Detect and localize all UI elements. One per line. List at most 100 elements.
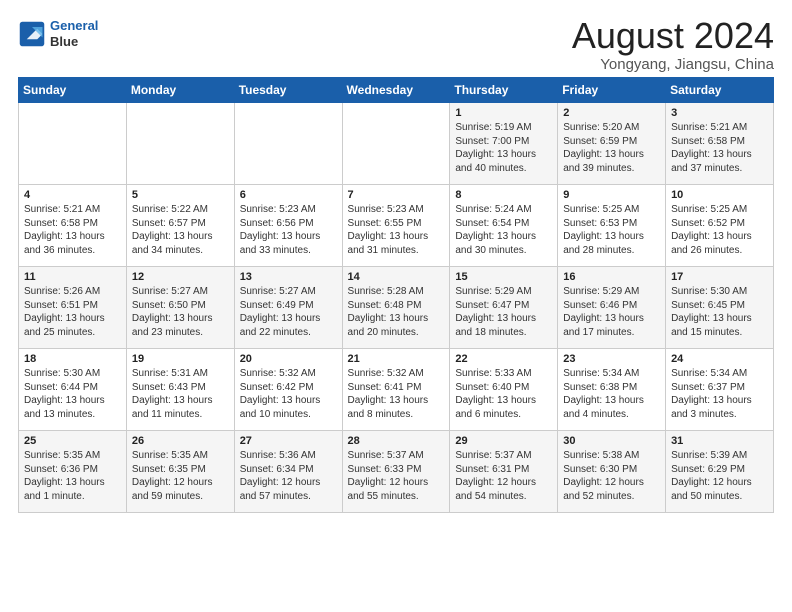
day-details: Sunrise: 5:32 AM Sunset: 6:42 PM Dayligh… — [240, 367, 337, 421]
day-cell: 15Sunrise: 5:29 AM Sunset: 6:47 PM Dayli… — [450, 267, 558, 349]
day-cell: 25Sunrise: 5:35 AM Sunset: 6:36 PM Dayli… — [19, 431, 127, 513]
day-cell: 9 Sunrise: 5:25 AM Sunset: 6:53 PM Daylig… — [558, 185, 666, 267]
day-cell: 21 Sunrise: 5:32 AM Sunset: 6:41 PM Dayli… — [342, 349, 450, 431]
day-number: 1 — [455, 107, 552, 119]
day-cell: 10 Sunrise: 5:25 AM Sunset: 6:52 PM Dayli… — [666, 185, 774, 267]
day-cell: 27 Sunrise: 5:36 AM Sunset: 6:34 PM Dayli… — [234, 431, 342, 513]
week-row-3: 11 Sunrise: 5:26 AM Sunset: 6:51 PM Dayli… — [19, 267, 774, 349]
day-number: 15 — [455, 271, 552, 283]
day-cell: 19 Sunrise: 5:31 AM Sunset: 6:43 PM Dayli… — [126, 349, 234, 431]
day-number: 28 — [348, 435, 445, 447]
day-cell: 13Sunrise: 5:27 AM Sunset: 6:49 PM Dayli… — [234, 267, 342, 349]
day-details: Sunrise: 5:20 AM Sunset: 6:59 PM Dayligh… — [563, 121, 660, 175]
col-header-monday: Monday — [126, 78, 234, 103]
day-cell: 8 Sunrise: 5:24 AM Sunset: 6:54 PM Daylig… — [450, 185, 558, 267]
day-cell: 31 Sunrise: 5:39 AM Sunset: 6:29 PM Dayli… — [666, 431, 774, 513]
day-details: Sunrise: 5:21 AM Sunset: 6:58 PM Dayligh… — [24, 203, 121, 257]
col-header-tuesday: Tuesday — [234, 78, 342, 103]
col-header-thursday: Thursday — [450, 78, 558, 103]
day-details: Sunrise: 5:39 AM Sunset: 6:29 PM Dayligh… — [671, 449, 768, 503]
day-number: 3 — [671, 107, 768, 119]
day-number: 24 — [671, 353, 768, 365]
day-details: Sunrise: 5:24 AM Sunset: 6:54 PM Dayligh… — [455, 203, 552, 257]
day-details: Sunrise: 5:19 AM Sunset: 7:00 PM Dayligh… — [455, 121, 552, 175]
day-cell: 14 Sunrise: 5:28 AM Sunset: 6:48 PM Dayli… — [342, 267, 450, 349]
day-details: Sunrise: 5:37 AM Sunset: 6:31 PM Dayligh… — [455, 449, 552, 503]
logo-text: General Blue — [50, 18, 98, 49]
day-number: 21 — [348, 353, 445, 365]
day-number: 4 — [24, 189, 121, 201]
day-number: 9 — [563, 189, 660, 201]
day-details: Sunrise: 5:31 AM Sunset: 6:43 PM Dayligh… — [132, 367, 229, 421]
day-cell: 22 Sunrise: 5:33 AM Sunset: 6:40 PM Dayli… — [450, 349, 558, 431]
day-number: 6 — [240, 189, 337, 201]
day-number: 31 — [671, 435, 768, 447]
logo-line2: Blue — [50, 34, 98, 50]
logo: General Blue — [18, 18, 98, 49]
col-header-friday: Friday — [558, 78, 666, 103]
col-header-sunday: Sunday — [19, 78, 127, 103]
day-cell: 7 Sunrise: 5:23 AM Sunset: 6:55 PM Daylig… — [342, 185, 450, 267]
day-details: Sunrise: 5:33 AM Sunset: 6:40 PM Dayligh… — [455, 367, 552, 421]
day-number: 7 — [348, 189, 445, 201]
day-cell — [234, 103, 342, 185]
day-details: Sunrise: 5:35 AM Sunset: 6:35 PM Dayligh… — [132, 449, 229, 503]
day-cell: 30 Sunrise: 5:38 AM Sunset: 6:30 PM Dayli… — [558, 431, 666, 513]
day-details: Sunrise: 5:34 AM Sunset: 6:37 PM Dayligh… — [671, 367, 768, 421]
logo-line1: General — [50, 18, 98, 33]
day-details: Sunrise: 5:23 AM Sunset: 6:56 PM Dayligh… — [240, 203, 337, 257]
day-cell: 5 Sunrise: 5:22 AM Sunset: 6:57 PM Daylig… — [126, 185, 234, 267]
day-details: Sunrise: 5:26 AM Sunset: 6:51 PM Dayligh… — [24, 285, 121, 339]
day-number: 27 — [240, 435, 337, 447]
day-details: Sunrise: 5:32 AM Sunset: 6:41 PM Dayligh… — [348, 367, 445, 421]
day-details: Sunrise: 5:22 AM Sunset: 6:57 PM Dayligh… — [132, 203, 229, 257]
day-cell: 23 Sunrise: 5:34 AM Sunset: 6:38 PM Dayli… — [558, 349, 666, 431]
day-number: 12 — [132, 271, 229, 283]
day-details: Sunrise: 5:23 AM Sunset: 6:55 PM Dayligh… — [348, 203, 445, 257]
day-number: 11 — [24, 271, 121, 283]
week-row-5: 25Sunrise: 5:35 AM Sunset: 6:36 PM Dayli… — [19, 431, 774, 513]
day-number: 14 — [348, 271, 445, 283]
day-cell: 17Sunrise: 5:30 AM Sunset: 6:45 PM Dayli… — [666, 267, 774, 349]
calendar-subtitle: Yongyang, Jiangsu, China — [572, 56, 774, 73]
day-cell: 20 Sunrise: 5:32 AM Sunset: 6:42 PM Dayli… — [234, 349, 342, 431]
day-number: 25 — [24, 435, 121, 447]
day-details: Sunrise: 5:38 AM Sunset: 6:30 PM Dayligh… — [563, 449, 660, 503]
day-cell: 4 Sunrise: 5:21 AM Sunset: 6:58 PM Daylig… — [19, 185, 127, 267]
day-cell — [126, 103, 234, 185]
day-number: 23 — [563, 353, 660, 365]
day-cell: 26Sunrise: 5:35 AM Sunset: 6:35 PM Dayli… — [126, 431, 234, 513]
day-cell — [342, 103, 450, 185]
day-details: Sunrise: 5:25 AM Sunset: 6:52 PM Dayligh… — [671, 203, 768, 257]
week-row-4: 18Sunrise: 5:30 AM Sunset: 6:44 PM Dayli… — [19, 349, 774, 431]
day-number: 22 — [455, 353, 552, 365]
day-cell — [19, 103, 127, 185]
day-cell: 3 Sunrise: 5:21 AM Sunset: 6:58 PM Daylig… — [666, 103, 774, 185]
header: General Blue August 2024 Yongyang, Jiang… — [18, 18, 774, 73]
logo-icon — [18, 20, 46, 48]
calendar-table: SundayMondayTuesdayWednesdayThursdayFrid… — [18, 77, 774, 513]
day-details: Sunrise: 5:21 AM Sunset: 6:58 PM Dayligh… — [671, 121, 768, 175]
day-details: Sunrise: 5:27 AM Sunset: 6:50 PM Dayligh… — [132, 285, 229, 339]
header-row: SundayMondayTuesdayWednesdayThursdayFrid… — [19, 78, 774, 103]
day-cell: 11 Sunrise: 5:26 AM Sunset: 6:51 PM Dayli… — [19, 267, 127, 349]
day-details: Sunrise: 5:30 AM Sunset: 6:45 PM Dayligh… — [671, 285, 768, 339]
day-details: Sunrise: 5:34 AM Sunset: 6:38 PM Dayligh… — [563, 367, 660, 421]
day-number: 19 — [132, 353, 229, 365]
week-row-1: 1 Sunrise: 5:19 AM Sunset: 7:00 PM Daylig… — [19, 103, 774, 185]
day-number: 18 — [24, 353, 121, 365]
day-cell: 28Sunrise: 5:37 AM Sunset: 6:33 PM Dayli… — [342, 431, 450, 513]
day-cell: 16Sunrise: 5:29 AM Sunset: 6:46 PM Dayli… — [558, 267, 666, 349]
day-details: Sunrise: 5:28 AM Sunset: 6:48 PM Dayligh… — [348, 285, 445, 339]
day-number: 5 — [132, 189, 229, 201]
day-number: 20 — [240, 353, 337, 365]
day-number: 2 — [563, 107, 660, 119]
day-number: 30 — [563, 435, 660, 447]
day-number: 8 — [455, 189, 552, 201]
day-number: 10 — [671, 189, 768, 201]
col-header-wednesday: Wednesday — [342, 78, 450, 103]
day-details: Sunrise: 5:25 AM Sunset: 6:53 PM Dayligh… — [563, 203, 660, 257]
page: General Blue August 2024 Yongyang, Jiang… — [0, 0, 792, 523]
day-details: Sunrise: 5:36 AM Sunset: 6:34 PM Dayligh… — [240, 449, 337, 503]
day-cell: 6 Sunrise: 5:23 AM Sunset: 6:56 PM Daylig… — [234, 185, 342, 267]
